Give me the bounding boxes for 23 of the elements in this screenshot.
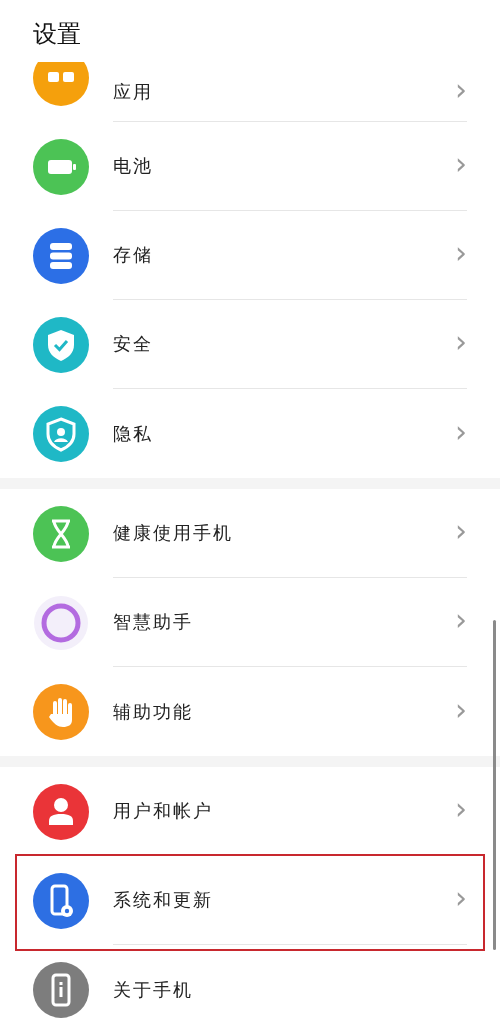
settings-item[interactable]: 隐私 › — [0, 389, 500, 478]
settings-item[interactable]: 智慧助手 › — [0, 578, 500, 667]
chevron-icon: › — [455, 605, 467, 635]
chevron-icon: › — [455, 238, 467, 268]
page-title: 设置 — [33, 19, 81, 50]
settings-item[interactable]: 系统和更新 › — [0, 856, 500, 945]
settings-item[interactable]: 安全 › — [0, 300, 500, 389]
chevron-icon: › — [455, 74, 467, 105]
chevron-icon: › — [455, 794, 467, 824]
settings-item[interactable]: 健康使用手机 › — [0, 489, 500, 578]
settings-item[interactable]: 关于手机 — [0, 945, 500, 1033]
settings-item[interactable]: 辅助功能 › — [0, 667, 500, 756]
chevron-icon: › — [455, 883, 467, 913]
chevron-icon: › — [455, 149, 467, 179]
settings-item[interactable]: 存储 › — [0, 211, 500, 300]
chevron-icon: › — [455, 516, 467, 546]
chevron-icon: › — [455, 694, 467, 725]
chevron-icon: › — [455, 416, 467, 447]
settings-item[interactable]: 应用 › — [0, 62, 500, 122]
settings-item[interactable]: 用户和帐户 › — [0, 767, 500, 856]
ring-icon — [33, 594, 89, 651]
settings-item[interactable]: 电池 › — [0, 122, 500, 211]
chevron-icon: › — [455, 327, 467, 357]
